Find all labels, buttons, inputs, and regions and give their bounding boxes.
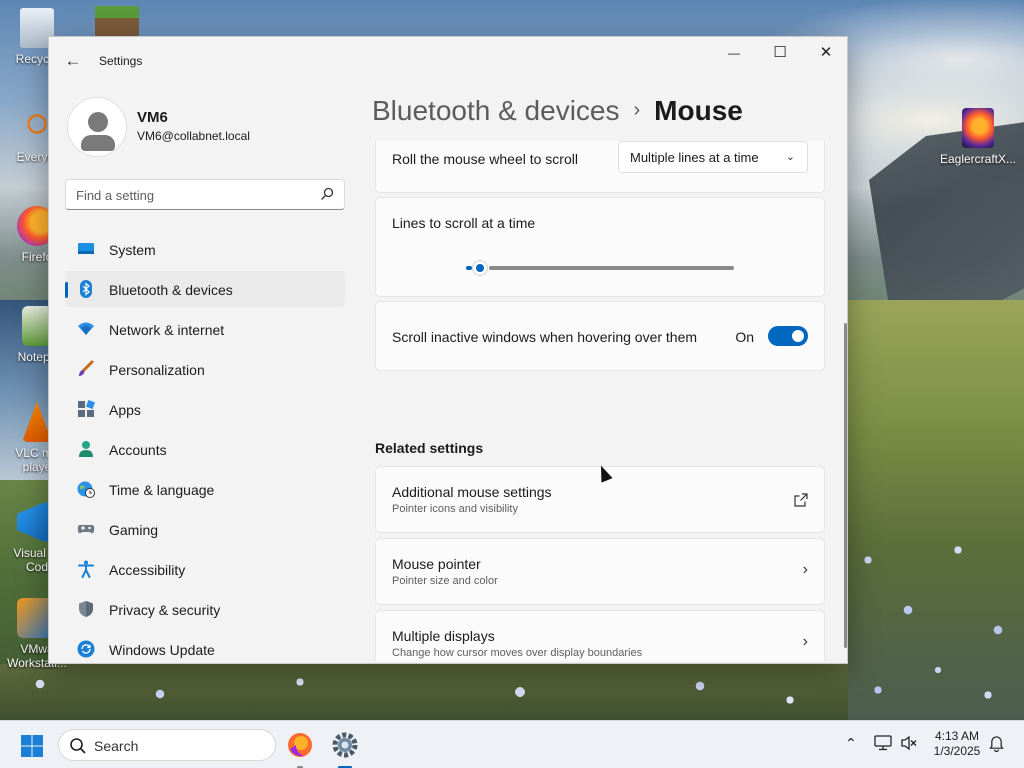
sidebar-item-bluetooth-devices[interactable]: Bluetooth & devices <box>65 271 345 307</box>
gear-icon <box>332 732 358 758</box>
avatar <box>67 97 127 157</box>
sidebar-item-accounts[interactable]: Accounts <box>65 431 345 467</box>
sidebar-item-privacy-security[interactable]: Privacy & security <box>65 591 345 627</box>
search-icon <box>70 738 86 754</box>
sidebar-item-network-internet[interactable]: Network & internet <box>65 311 345 347</box>
taskbar-settings[interactable] <box>329 729 361 768</box>
scroll-inactive-toggle[interactable] <box>768 326 808 346</box>
maximize-button[interactable]: ☐ <box>757 37 803 69</box>
clock[interactable]: 4:13 AM 1/3/2025 <box>920 729 994 759</box>
gamepad-icon <box>77 525 95 534</box>
eaglercraft-file-icon <box>962 108 994 148</box>
lines-to-scroll-setting: Lines to scroll at a time <box>375 197 825 297</box>
wifi-icon <box>78 322 94 335</box>
globe-clock-icon <box>77 481 95 498</box>
lines-slider-track[interactable] <box>489 266 734 270</box>
desktop-icon-minecraft[interactable] <box>82 6 152 40</box>
breadcrumb-chevron-icon: › <box>633 99 641 121</box>
scroll-mode-dropdown[interactable]: Multiple lines at a time ⌄ <box>618 141 808 173</box>
chevron-up-icon[interactable]: ⌃ <box>845 735 857 752</box>
accessibility-icon <box>78 560 94 578</box>
sidebar-nav: System Bluetooth & devices Network & int… <box>65 231 345 663</box>
taskbar-firefox[interactable] <box>284 729 316 768</box>
multiple-displays-link[interactable]: Multiple displays Change how cursor move… <box>375 610 825 661</box>
search-icon <box>321 187 334 200</box>
mouse-pointer-link[interactable]: Mouse pointer Pointer size and color › <box>375 538 825 605</box>
taskbar: Search ⌃ 4:13 AM 1/3/2025 <box>0 720 1024 768</box>
volume-muted-icon[interactable] <box>900 735 918 751</box>
sidebar-item-personalization[interactable]: Personalization <box>65 351 345 387</box>
app-title: Settings <box>99 54 143 68</box>
brush-icon <box>79 360 94 376</box>
chevron-right-icon: › <box>802 561 808 578</box>
settings-content: Roll the mouse wheel to scroll Multiple … <box>375 141 825 661</box>
profile-name: VM6 <box>137 109 168 126</box>
shield-icon <box>79 601 93 617</box>
sidebar-item-apps[interactable]: Apps <box>65 391 345 427</box>
clock-time: 4:13 AM <box>934 729 980 743</box>
settings-window: ← Settings — ☐ ✕ VM6 VM6@collabnet.local… <box>48 36 848 664</box>
profile-email: VM6@collabnet.local <box>137 129 250 143</box>
windows-start-icon[interactable] <box>20 734 44 758</box>
minecraft-icon <box>95 6 139 36</box>
sidebar-item-gaming[interactable]: Gaming <box>65 511 345 547</box>
search-input[interactable] <box>76 186 306 204</box>
clock-date: 1/3/2025 <box>933 744 981 758</box>
toggle-state-label: On <box>735 329 754 345</box>
sidebar-item-windows-update[interactable]: Windows Update <box>65 631 345 663</box>
notification-bell-icon[interactable] <box>989 735 1004 752</box>
sidebar-item-time-language[interactable]: Time & language <box>65 471 345 507</box>
breadcrumb-parent[interactable]: Bluetooth & devices <box>372 95 620 126</box>
chevron-right-icon: › <box>802 633 808 650</box>
desktop-icon-eaglercraft[interactable]: EaglercraftX... <box>936 108 1020 166</box>
title-bar[interactable]: ← Settings — ☐ ✕ <box>49 37 847 85</box>
scroll-inactive-setting: Scroll inactive windows when hovering ov… <box>375 301 825 371</box>
person-icon <box>79 441 93 457</box>
settings-search-box[interactable] <box>65 179 345 210</box>
update-icon <box>77 640 95 658</box>
network-monitor-icon[interactable] <box>874 735 892 751</box>
sidebar-item-system[interactable]: System <box>65 231 345 267</box>
firefox-icon <box>288 733 312 757</box>
roll-wheel-setting: Roll the mouse wheel to scroll Multiple … <box>375 141 825 193</box>
breadcrumb: Bluetooth & devices › Mouse <box>372 95 743 127</box>
external-link-icon <box>794 493 808 507</box>
sidebar-item-accessibility[interactable]: Accessibility <box>65 551 345 587</box>
content-scrollbar[interactable] <box>844 323 847 648</box>
user-profile[interactable]: VM6 VM6@collabnet.local <box>65 93 345 161</box>
arrow-left-icon: ← <box>64 51 82 70</box>
page-title: Mouse <box>654 95 743 126</box>
back-button[interactable]: ← <box>61 49 85 73</box>
taskbar-search[interactable]: Search <box>58 729 276 761</box>
monitor-icon <box>78 243 94 254</box>
chevron-down-icon: ⌄ <box>785 151 795 163</box>
lines-slider-thumb[interactable] <box>472 260 488 276</box>
close-button[interactable]: ✕ <box>803 37 847 69</box>
minimize-button[interactable]: — <box>711 37 757 69</box>
related-settings-header: Related settings <box>375 440 484 456</box>
apps-icon <box>78 400 95 417</box>
bluetooth-icon <box>80 280 92 298</box>
